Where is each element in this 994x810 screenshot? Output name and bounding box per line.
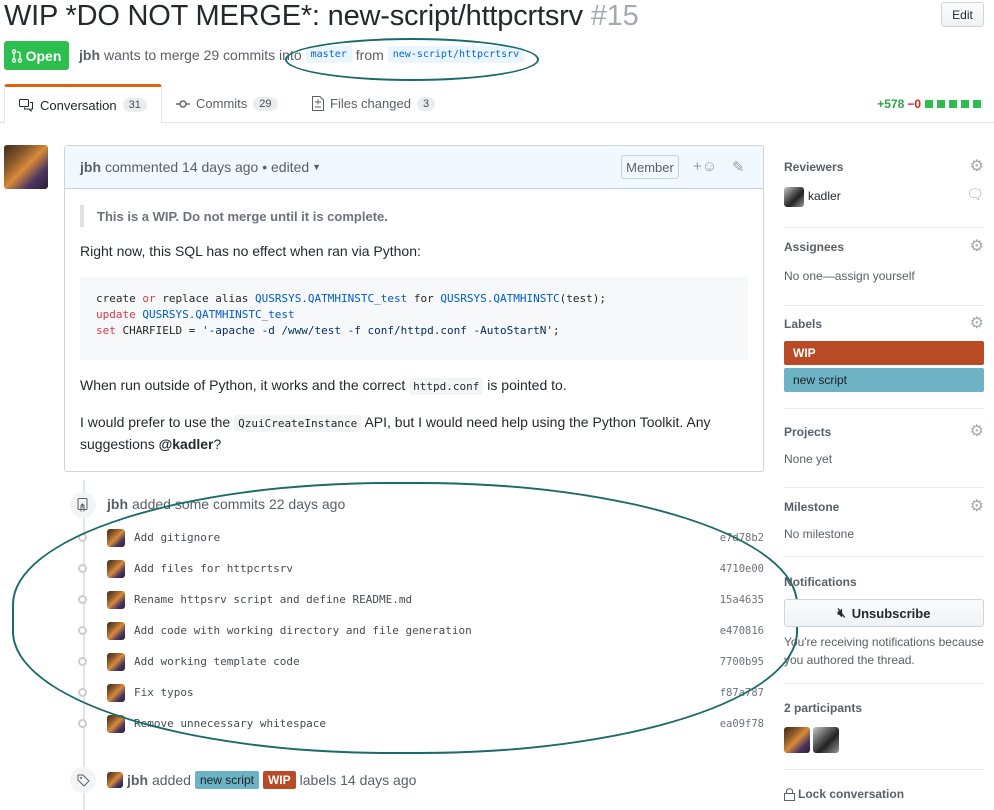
diffstat-deletions: −0 bbox=[907, 97, 921, 111]
tag-icon bbox=[70, 767, 96, 793]
comment-author-avatar[interactable] bbox=[4, 145, 48, 189]
reviewer-name[interactable]: kadler bbox=[808, 189, 841, 203]
sidebar-milestone: Milestone ⚙ No milestone bbox=[784, 488, 984, 557]
chevron-down-icon[interactable]: ▼ bbox=[312, 162, 321, 172]
milestone-value: No milestone bbox=[784, 527, 855, 541]
event-text: labels 14 days ago bbox=[299, 772, 417, 788]
tab-commits-label: Commits bbox=[196, 96, 248, 111]
comment-meta[interactable]: commented 14 days ago • edited bbox=[105, 159, 309, 175]
diffstat-additions: +578 bbox=[877, 97, 905, 111]
sidebar-participants: 2 participants bbox=[784, 684, 984, 770]
diffstat-block bbox=[961, 100, 969, 108]
event-author-link[interactable]: jbh bbox=[107, 496, 128, 512]
diffstat[interactable]: +578 −0 bbox=[877, 97, 981, 111]
pr-state-label: Open bbox=[25, 47, 62, 64]
tab-files-changed-label: Files changed bbox=[330, 96, 411, 111]
unsubscribe-label: Unsubscribe bbox=[851, 605, 931, 621]
sidebar-reviewers: Reviewers ⚙ kadler 🗨 bbox=[784, 145, 984, 228]
pr-tabs: Conversation 31 Commits 29 Files changed… bbox=[0, 84, 994, 124]
comment-body: This is a WIP. Do not merge until it is … bbox=[65, 205, 763, 455]
gear-icon[interactable]: ⚙ bbox=[970, 313, 984, 333]
comment-header: jbh commented 14 days ago • edited ▼ Mem… bbox=[65, 146, 763, 189]
inline-code: httpd.conf bbox=[409, 378, 484, 395]
member-badge: Member bbox=[621, 155, 679, 179]
labels-heading[interactable]: Labels bbox=[784, 317, 822, 331]
label-wip[interactable]: WIP bbox=[262, 771, 296, 789]
mute-icon: 🔇︎ bbox=[837, 605, 846, 620]
gear-icon[interactable]: ⚙ bbox=[970, 496, 984, 516]
tab-conversation[interactable]: Conversation 31 bbox=[4, 84, 162, 124]
pr-state-badge: Open bbox=[4, 41, 69, 70]
milestone-heading[interactable]: Milestone bbox=[784, 500, 839, 514]
lock-conversation-link[interactable]: Lock conversation bbox=[784, 787, 904, 801]
reviewer-avatar[interactable] bbox=[784, 187, 804, 207]
pr-author-link[interactable]: jbh bbox=[79, 47, 100, 63]
annotation-ellipse-commits bbox=[12, 482, 798, 754]
tab-commits[interactable]: Commits 29 bbox=[162, 84, 292, 123]
comment-blockquote: This is a WIP. Do not merge until it is … bbox=[80, 205, 748, 227]
user-mention-link[interactable]: @kadler bbox=[159, 436, 214, 452]
annotation-ellipse-branches bbox=[285, 38, 539, 81]
tab-commits-count: 29 bbox=[253, 96, 278, 111]
pr-title-text: WIP *DO NOT MERGE*: new-script/httpcrtsr… bbox=[4, 0, 583, 32]
assignees-value[interactable]: No one—assign yourself bbox=[784, 269, 915, 283]
assignees-heading[interactable]: Assignees bbox=[784, 240, 844, 254]
label-new-script[interactable]: new script bbox=[194, 771, 259, 789]
reviewers-heading[interactable]: Reviewers bbox=[784, 160, 843, 174]
diffstat-block bbox=[937, 100, 945, 108]
gear-icon[interactable]: ⚙ bbox=[970, 156, 984, 176]
participant-avatar[interactable] bbox=[813, 727, 839, 753]
projects-value: None yet bbox=[784, 452, 833, 466]
comment-paragraph: When run outside of Python, it works and… bbox=[80, 377, 567, 395]
git-commit-icon bbox=[176, 99, 190, 108]
file-diff-icon bbox=[312, 96, 324, 111]
commit-sha[interactable]: ea09f78 bbox=[720, 718, 764, 730]
tab-files-changed[interactable]: Files changed 3 bbox=[298, 84, 449, 123]
projects-heading[interactable]: Projects bbox=[784, 425, 831, 439]
comment-discussion-icon bbox=[19, 98, 33, 112]
diffstat-block bbox=[925, 100, 933, 108]
event-author-link[interactable]: jbh bbox=[127, 772, 148, 788]
diffstat-block bbox=[949, 100, 957, 108]
tab-files-changed-count: 3 bbox=[416, 96, 436, 111]
notifications-reason: You're receiving notifications because bbox=[784, 635, 984, 649]
sidebar-label-wip[interactable]: WIP bbox=[784, 341, 984, 365]
notifications-reason: you authored the thread. bbox=[784, 653, 915, 667]
sidebar-assignees: Assignees ⚙ No one—assign yourself bbox=[784, 228, 984, 306]
labels-added-event: jbh added new script WIP labels 14 days … bbox=[127, 771, 416, 789]
add-reaction-icon[interactable]: +☺ bbox=[693, 158, 717, 175]
pr-title: WIP *DO NOT MERGE*: new-script/httpcrtsr… bbox=[4, 0, 639, 33]
tab-conversation-count: 31 bbox=[122, 98, 147, 112]
pencil-icon[interactable]: ✎ bbox=[732, 158, 745, 176]
comment-paragraph: Right now, this SQL has no effect when r… bbox=[80, 243, 421, 259]
lock-icon bbox=[784, 787, 795, 801]
pr-description-comment: jbh commented 14 days ago • edited ▼ Mem… bbox=[64, 145, 764, 472]
git-commit-icon bbox=[78, 719, 87, 728]
event-author-avatar[interactable] bbox=[107, 772, 123, 788]
comment-icon: 🗨 bbox=[966, 186, 984, 202]
participant-avatar[interactable] bbox=[784, 727, 810, 753]
comment-paragraph: I would prefer to use the QzuiCreateInst… bbox=[80, 414, 711, 452]
gear-icon[interactable]: ⚙ bbox=[970, 421, 984, 441]
gear-icon[interactable]: ⚙ bbox=[970, 236, 984, 256]
event-verb: added bbox=[152, 772, 191, 788]
lock-conversation-label: Lock conversation bbox=[798, 787, 905, 801]
notifications-heading: Notifications bbox=[784, 575, 857, 589]
participants-heading: 2 participants bbox=[784, 701, 863, 715]
sidebar-projects: Projects ⚙ None yet bbox=[784, 409, 984, 488]
comment-author-link[interactable]: jbh bbox=[80, 159, 101, 175]
repo-push-icon bbox=[70, 492, 96, 518]
tab-conversation-label: Conversation bbox=[40, 97, 117, 113]
edit-button[interactable]: Edit bbox=[941, 2, 984, 27]
diffstat-block bbox=[973, 100, 981, 108]
unsubscribe-button[interactable]: 🔇︎ Unsubscribe bbox=[784, 599, 984, 627]
git-pull-request-icon bbox=[11, 48, 22, 63]
sql-code-block: create or replace alias QUSRSYS.QATMHINS… bbox=[80, 277, 748, 360]
pr-number: #15 bbox=[590, 0, 639, 32]
inline-code: QzuiCreateInstance bbox=[234, 415, 362, 432]
sidebar-label-new-script[interactable]: new script bbox=[784, 368, 984, 392]
pr-merge-text: wants to merge 29 commits into bbox=[104, 46, 302, 63]
